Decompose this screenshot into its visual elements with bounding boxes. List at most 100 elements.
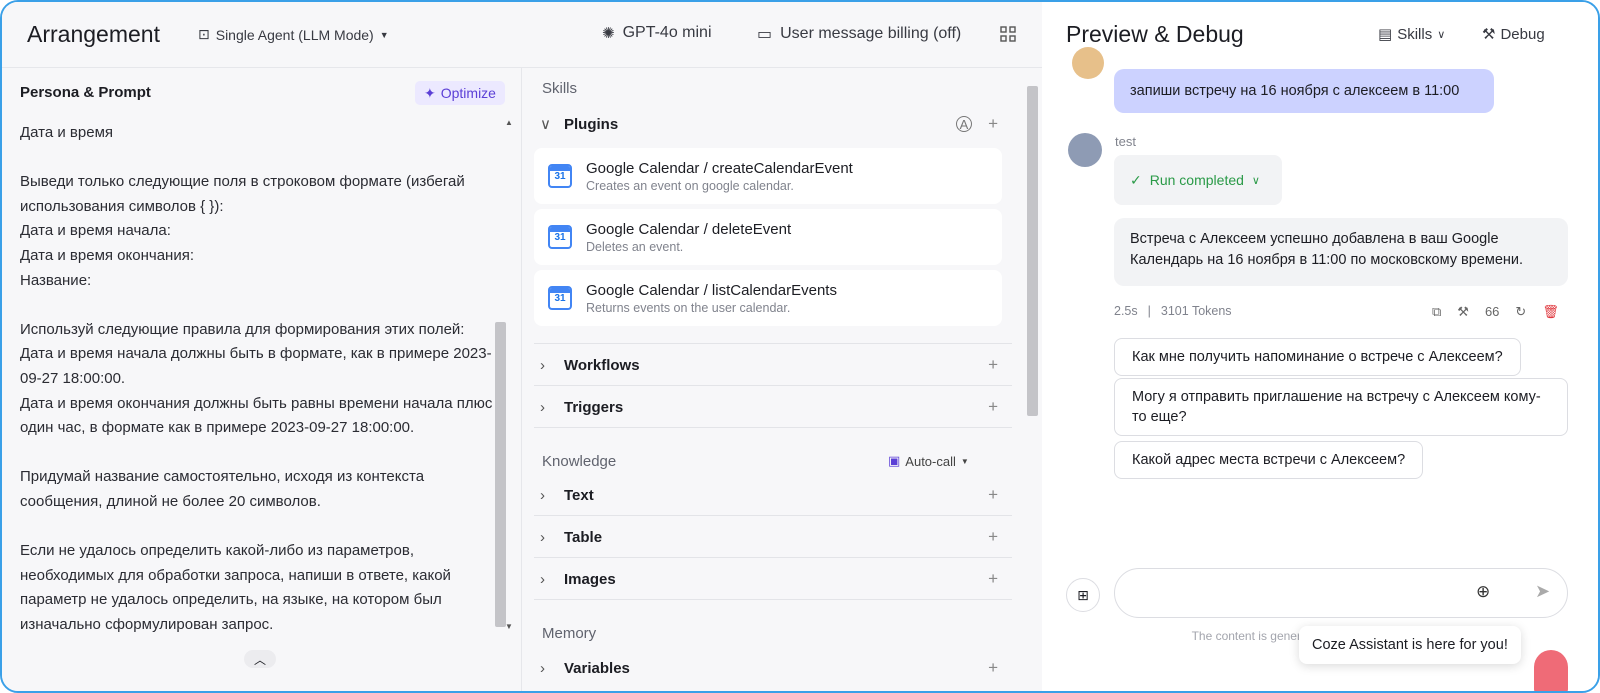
bot-name: test <box>1115 134 1136 149</box>
caret-down-icon: ▼ <box>960 456 969 466</box>
table-row[interactable]: › Table + <box>534 517 1012 557</box>
add-circle-icon[interactable]: ⊕ <box>1476 582 1490 602</box>
workflows-label: Workflows <box>564 356 640 374</box>
persona-section: Persona & Prompt ✦ Optimize Дата и время… <box>2 68 522 691</box>
divider <box>534 427 1012 428</box>
plugin-card[interactable]: Google Calendar / createCalendarEventCre… <box>534 148 1002 204</box>
divider <box>534 599 1012 600</box>
bot-message: Встреча с Алексеем успешно добавлена в в… <box>1114 218 1568 286</box>
images-label: Images <box>564 570 616 588</box>
suggestion-chip[interactable]: Могу я отправить приглашение на встречу … <box>1114 378 1568 436</box>
message-actions: ⧉ ⚒ 66 ↻ 🗑 <box>1432 304 1559 320</box>
text-label: Text <box>564 486 594 504</box>
collapse-up-icon[interactable]: ︿ <box>244 650 276 668</box>
table-label: Table <box>564 528 603 546</box>
skills-heading: Skills <box>542 80 578 97</box>
debug-btn-label: Debug <box>1500 25 1545 43</box>
memory-heading: Memory <box>542 625 597 642</box>
text-row[interactable]: › Text + <box>534 475 1012 515</box>
agent-mode-select[interactable]: ⊡ Single Agent (LLM Mode) ▼ <box>198 26 389 43</box>
toolbox-icon[interactable]: ⊞ <box>1066 578 1100 612</box>
wrench-icon[interactable]: ⚒ <box>1457 304 1469 320</box>
quote-icon[interactable]: 66 <box>1485 304 1499 320</box>
page-title: Arrangement <box>27 21 160 47</box>
google-calendar-icon <box>548 225 572 249</box>
add-workflow-icon[interactable]: + <box>988 355 998 375</box>
suggestion-chip[interactable]: Какой адрес места встречи с Алексеем? <box>1114 441 1424 479</box>
plugin-title: Google Calendar / createCalendarEvent <box>586 159 853 177</box>
plugin-desc: Creates an event on google calendar. <box>586 178 794 193</box>
delete-icon[interactable]: 🗑 <box>1542 304 1559 320</box>
optimize-label: Optimize <box>440 85 496 101</box>
workflows-row[interactable]: › Workflows + <box>534 345 1012 385</box>
google-calendar-icon <box>548 164 572 188</box>
run-status-label: Run completed <box>1149 172 1244 188</box>
add-images-icon[interactable]: + <box>988 569 998 589</box>
check-circle-icon: ✓ <box>1130 171 1142 188</box>
triggers-row[interactable]: › Triggers + <box>534 387 1012 427</box>
variables-row[interactable]: › Variables + <box>534 648 1012 688</box>
auto-icon[interactable]: A <box>956 116 972 132</box>
prompt-editor[interactable]: Дата и время Выведи только следующие пол… <box>20 121 502 637</box>
divider <box>534 343 1012 344</box>
chevron-right-icon: › <box>540 398 545 416</box>
knowledge-heading: Knowledge <box>542 453 617 470</box>
app-frame: Arrangement ⊡ Single Agent (LLM Mode) ▼ … <box>0 0 1600 693</box>
prompt-scrollbar-thumb[interactable] <box>495 322 506 627</box>
plugin-card[interactable]: Google Calendar / deleteEventDeletes an … <box>534 209 1002 265</box>
chevron-right-icon: › <box>540 486 545 504</box>
assistant-toast[interactable]: Coze Assistant is here for you! <box>1299 626 1521 664</box>
message-meta: 2.5s | 3101 Tokens <box>1114 304 1232 318</box>
scroll-up-icon[interactable]: ▲ <box>505 118 513 127</box>
arrangement-panel: Arrangement ⊡ Single Agent (LLM Mode) ▼ … <box>2 2 1042 691</box>
add-variable-icon[interactable]: + <box>988 658 998 678</box>
scroll-down-icon[interactable]: ▼ <box>505 622 513 631</box>
debug-button[interactable]: ⚒ Debug <box>1482 25 1545 44</box>
plugins-label: Plugins <box>564 115 619 133</box>
optimize-button[interactable]: ✦ Optimize <box>415 81 505 105</box>
refresh-icon[interactable]: ↻ <box>1515 304 1526 320</box>
variables-label: Variables <box>564 659 630 677</box>
openai-icon: ✺ <box>602 25 615 42</box>
add-text-icon[interactable]: + <box>988 485 998 505</box>
images-row[interactable]: › Images + <box>534 559 1012 599</box>
add-plugin-icon[interactable]: + <box>988 114 998 134</box>
divider <box>534 515 1012 516</box>
agent-mode-label: Single Agent (LLM Mode) <box>215 26 374 43</box>
add-table-icon[interactable]: + <box>988 527 998 547</box>
wrench-icon: ⚒ <box>1482 26 1496 43</box>
divider <box>534 385 1012 386</box>
add-trigger-icon[interactable]: + <box>988 397 998 417</box>
chevron-right-icon: › <box>540 356 545 374</box>
user-avatar <box>1072 47 1104 79</box>
bot-avatar <box>1068 133 1102 167</box>
preview-panel: Preview & Debug ▤ Skills ∨ ⚒ Debug запиш… <box>1042 2 1598 691</box>
skills-dropdown[interactable]: ▤ Skills ∨ <box>1378 25 1446 44</box>
chevron-down-icon: ∨ <box>1251 174 1260 187</box>
model-select[interactable]: ✺ GPT-4o mini <box>602 24 712 42</box>
auto-call-select[interactable]: ▣ Auto-call ▼ <box>888 453 969 469</box>
sparkle-icon: ✦ <box>424 84 436 101</box>
suggestion-chip[interactable]: Как мне получить напоминание о встрече с… <box>1114 338 1521 376</box>
divider <box>534 557 1012 558</box>
chevron-down-icon: ∨ <box>1437 28 1446 41</box>
mascot-icon[interactable] <box>1534 650 1568 691</box>
send-icon[interactable]: ➤ <box>1535 581 1550 602</box>
model-label: GPT-4o mini <box>622 24 712 41</box>
response-time: 2.5s <box>1114 304 1138 318</box>
grid-icon[interactable] <box>1000 26 1016 42</box>
plugin-title: Google Calendar / listCalendarEvents <box>586 281 837 299</box>
plugin-title: Google Calendar / deleteEvent <box>586 220 792 238</box>
chat-input[interactable]: ⊕ ➤ <box>1114 568 1568 618</box>
copy-icon[interactable]: ⧉ <box>1432 304 1441 320</box>
billing-toggle[interactable]: ▭ User message billing (off) <box>757 24 961 44</box>
skills-scrollbar-thumb[interactable] <box>1027 86 1038 416</box>
caret-down-icon: ▼ <box>379 29 389 40</box>
chevron-down-icon: ∨ <box>540 116 551 133</box>
plugin-desc: Deletes an event. <box>586 239 684 254</box>
user-message: запиши встречу на 16 ноября с алексеем в… <box>1114 69 1494 113</box>
plugin-card[interactable]: Google Calendar / listCalendarEventsRetu… <box>534 270 1002 326</box>
run-status[interactable]: ✓ Run completed ∨ <box>1114 155 1282 205</box>
plugins-row[interactable]: ∨ Plugins A + <box>534 104 1012 144</box>
triggers-label: Triggers <box>564 398 624 416</box>
